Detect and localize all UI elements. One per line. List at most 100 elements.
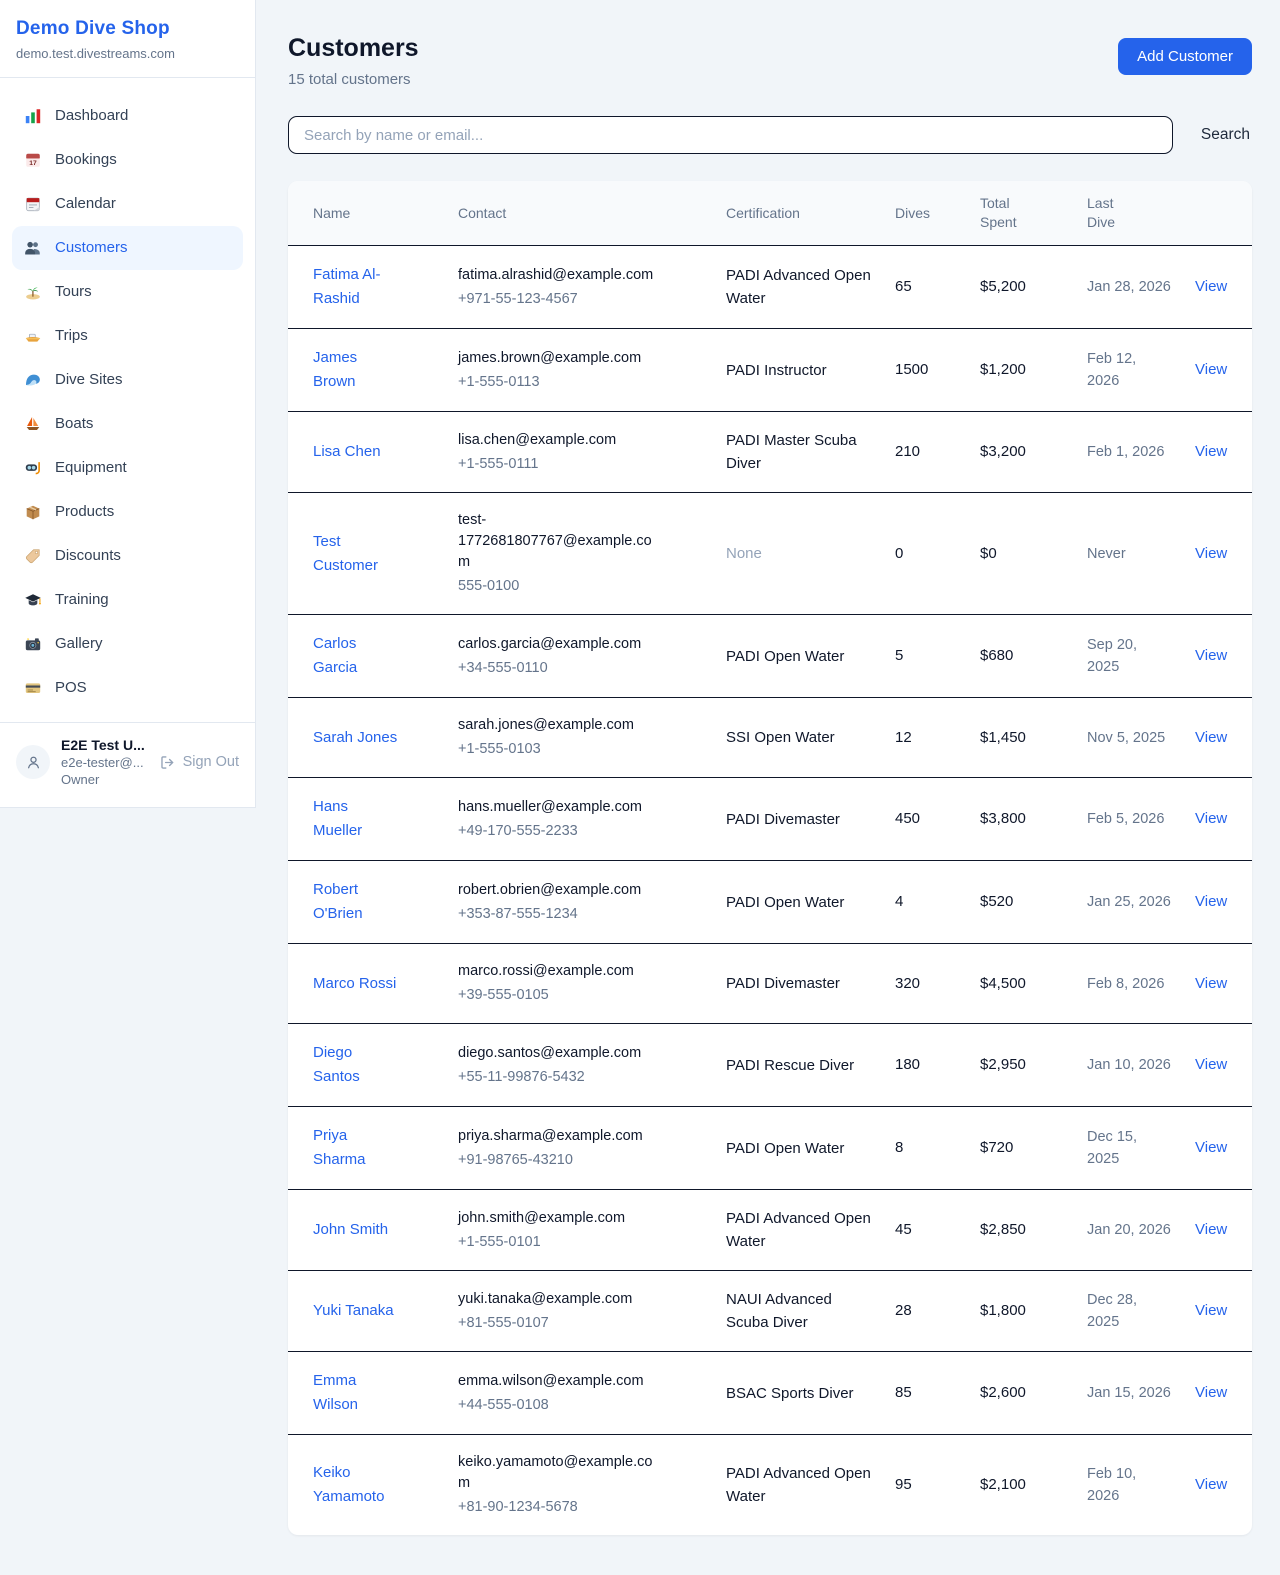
avatar [16, 745, 50, 779]
customer-phone: +1-555-0103 [458, 739, 702, 760]
user-email: e2e-tester@... [61, 755, 145, 770]
sidebar-item-trips[interactable]: Trips [12, 314, 243, 358]
view-link[interactable]: View [1195, 443, 1227, 460]
customer-name-link[interactable]: John Smith [313, 1218, 388, 1242]
sidebar-item-customers[interactable]: Customers [12, 226, 243, 270]
sidebar-item-label: Boats [55, 413, 93, 435]
sidebar-item-dashboard[interactable]: Dashboard [12, 94, 243, 138]
customer-total-spent: $1,200 [968, 329, 1075, 412]
customer-email: robert.obrien@example.com [458, 880, 663, 901]
customer-name-link[interactable]: Test Customer [313, 530, 399, 578]
customer-certification: PADI Advanced Open Water [714, 1190, 883, 1271]
sign-out-icon [159, 754, 176, 771]
view-link[interactable]: View [1195, 1302, 1227, 1319]
table-row: Test Customer test-1772681807767@example… [288, 493, 1252, 615]
island-icon [24, 283, 42, 301]
column-header-contact: Contact [446, 181, 714, 246]
customer-name-link[interactable]: Marco Rossi [313, 972, 396, 996]
customer-last-dive: Feb 5, 2026 [1075, 778, 1183, 861]
customers-table-card: Name Contact Certification Dives Total S… [288, 181, 1252, 1535]
customer-name-link[interactable]: James Brown [313, 346, 399, 394]
customer-certification: PADI Rescue Diver [714, 1024, 883, 1107]
view-link[interactable]: View [1195, 975, 1227, 992]
sign-out-button[interactable]: Sign Out [159, 754, 239, 771]
customer-name-link[interactable]: Yuki Tanaka [313, 1299, 394, 1323]
customer-email: yuki.tanaka@example.com [458, 1289, 663, 1310]
customer-name-link[interactable]: Keiko Yamamoto [313, 1461, 399, 1509]
view-link[interactable]: View [1195, 545, 1227, 562]
table-row: Emma Wilson emma.wilson@example.com +44-… [288, 1352, 1252, 1435]
customer-name-link[interactable]: Hans Mueller [313, 795, 399, 843]
customer-phone: +81-90-1234-5678 [458, 1497, 702, 1518]
sidebar-item-label: Gallery [55, 633, 103, 655]
customer-dives: 28 [883, 1271, 968, 1352]
view-link[interactable]: View [1195, 893, 1227, 910]
customer-total-spent: $4,500 [968, 944, 1075, 1024]
sidebar-item-dive-sites[interactable]: Dive Sites [12, 358, 243, 402]
customer-total-spent: $2,850 [968, 1190, 1075, 1271]
customer-name-link[interactable]: Diego Santos [313, 1041, 399, 1089]
view-link[interactable]: View [1195, 810, 1227, 827]
user-name: E2E Test U... [61, 737, 145, 753]
sidebar-item-discounts[interactable]: Discounts [12, 534, 243, 578]
sidebar-item-boats[interactable]: Boats [12, 402, 243, 446]
customer-total-spent: $3,200 [968, 412, 1075, 493]
customer-email: keiko.yamamoto@example.com [458, 1452, 663, 1494]
customer-email: carlos.garcia@example.com [458, 634, 663, 655]
customers-table: Name Contact Certification Dives Total S… [288, 181, 1252, 1535]
customer-dives: 210 [883, 412, 968, 493]
sidebar-item-equipment[interactable]: Equipment [12, 446, 243, 490]
person-icon [25, 754, 42, 771]
customer-name-link[interactable]: Robert O'Brien [313, 878, 399, 926]
user-info: E2E Test U... e2e-tester@... Owner [61, 737, 145, 787]
shop-domain: demo.test.divestreams.com [16, 46, 239, 61]
sidebar-item-label: Bookings [55, 149, 117, 171]
dive-mask-icon [24, 459, 42, 477]
customer-phone: +55-11-99876-5432 [458, 1067, 702, 1088]
sidebar-item-gallery[interactable]: Gallery [12, 622, 243, 666]
view-link[interactable]: View [1195, 361, 1227, 378]
table-row: Lisa Chen lisa.chen@example.com +1-555-0… [288, 412, 1252, 493]
customer-name-link[interactable]: Fatima Al-Rashid [313, 263, 399, 311]
customer-name-link[interactable]: Carlos Garcia [313, 632, 399, 680]
search-button[interactable]: Search [1199, 118, 1252, 152]
sidebar-item-products[interactable]: Products [12, 490, 243, 534]
table-row: Yuki Tanaka yuki.tanaka@example.com +81-… [288, 1271, 1252, 1352]
customer-name-link[interactable]: Lisa Chen [313, 440, 381, 464]
add-customer-button[interactable]: Add Customer [1118, 38, 1252, 75]
sidebar-item-training[interactable]: Training [12, 578, 243, 622]
view-link[interactable]: View [1195, 1384, 1227, 1401]
customer-phone: +34-555-0110 [458, 658, 702, 679]
customer-dives: 12 [883, 698, 968, 778]
sidebar-item-label: Trips [55, 325, 88, 347]
view-link[interactable]: View [1195, 278, 1227, 295]
customer-dives: 320 [883, 944, 968, 1024]
customer-last-dive: Nov 5, 2025 [1075, 698, 1183, 778]
customer-last-dive: Jan 25, 2026 [1075, 861, 1183, 944]
view-link[interactable]: View [1195, 647, 1227, 664]
search-input[interactable] [288, 116, 1173, 154]
customer-phone: +1-555-0111 [458, 454, 702, 475]
customer-email: diego.santos@example.com [458, 1043, 663, 1064]
sidebar-item-calendar[interactable]: Calendar [12, 182, 243, 226]
view-link[interactable]: View [1195, 1139, 1227, 1156]
view-link[interactable]: View [1195, 1056, 1227, 1073]
view-link[interactable]: View [1195, 729, 1227, 746]
customer-certification: BSAC Sports Diver [714, 1352, 883, 1435]
sidebar-item-bookings[interactable]: 17 Bookings [12, 138, 243, 182]
customer-email: lisa.chen@example.com [458, 430, 663, 451]
customer-phone: +49-170-555-2233 [458, 821, 702, 842]
customer-certification: PADI Divemaster [714, 778, 883, 861]
customer-name-link[interactable]: Priya Sharma [313, 1124, 399, 1172]
customer-name-link[interactable]: Emma Wilson [313, 1369, 399, 1417]
table-row: Priya Sharma priya.sharma@example.com +9… [288, 1107, 1252, 1190]
customer-dives: 450 [883, 778, 968, 861]
customer-total-spent: $0 [968, 493, 1075, 615]
sidebar-item-tours[interactable]: Tours [12, 270, 243, 314]
customer-dives: 0 [883, 493, 968, 615]
sidebar-item-pos[interactable]: POS [12, 666, 243, 710]
customer-name-link[interactable]: Sarah Jones [313, 726, 397, 750]
customer-email: marco.rossi@example.com [458, 961, 663, 982]
customer-certification: None [714, 493, 883, 615]
view-link[interactable]: View [1195, 1221, 1227, 1238]
